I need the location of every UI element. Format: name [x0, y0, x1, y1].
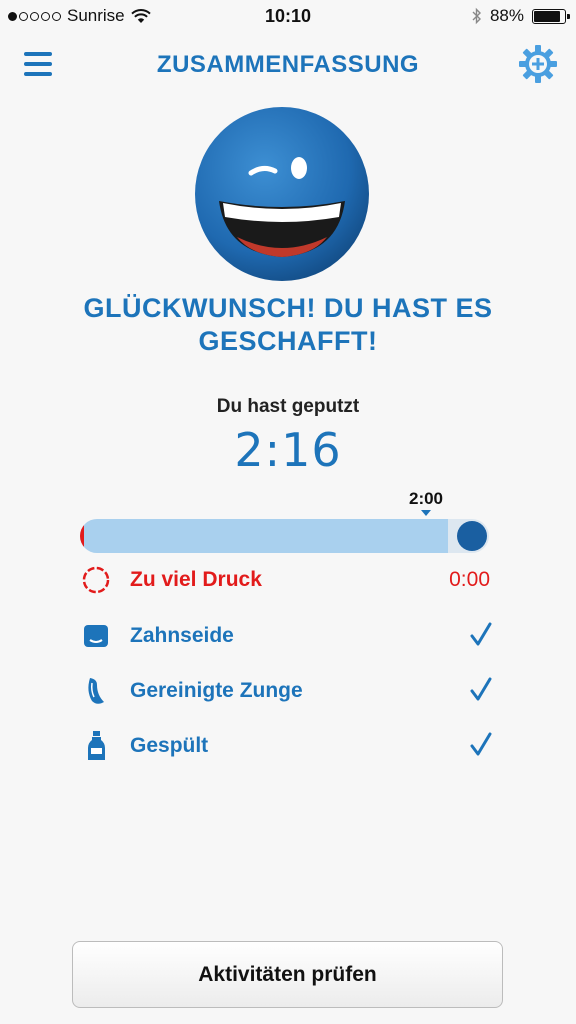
- list-item-rinse: Gespült: [80, 730, 500, 770]
- checkmark-icon: [470, 677, 492, 701]
- list-item-tongue: Gereinigte Zunge: [80, 675, 500, 715]
- target-time-label: 2:00: [408, 489, 444, 508]
- status-right: 88%: [472, 6, 570, 26]
- checkmark-icon: [470, 732, 492, 756]
- review-activities-button[interactable]: Aktivitäten prüfen: [72, 941, 503, 1008]
- tongue-label: Gereinigte Zunge: [130, 679, 303, 702]
- settings-button[interactable]: [518, 44, 558, 84]
- progress-fill: [80, 519, 449, 553]
- tongue-icon: [88, 678, 104, 704]
- bluetooth-icon: [472, 7, 481, 25]
- nav-header: ZUSAMMENFASSUNG: [0, 34, 576, 98]
- target-marker-icon: [421, 510, 431, 516]
- gear-plus-icon: [519, 45, 557, 83]
- pressure-ring-icon: [82, 566, 110, 594]
- brushed-label: Du hast geputzt: [216, 396, 360, 417]
- pressure-indicator: [80, 519, 84, 553]
- list-item-floss: Zahnseide: [80, 620, 500, 660]
- progress-knob: [457, 521, 487, 551]
- checkmark-icon: [470, 622, 492, 646]
- page-title: ZUSAMMENFASSUNG: [156, 51, 420, 78]
- winking-smiley-icon: [195, 107, 369, 281]
- congrats-line-2: GESCHAFFT!: [198, 326, 378, 356]
- congrats-line-1: GLÜCKWUNSCH! DU HAST ES: [83, 293, 493, 323]
- battery-icon: [532, 8, 570, 24]
- brushing-progress-bar: [80, 519, 489, 553]
- mouthwash-bottle-icon: [88, 731, 105, 760]
- battery-percent: 88%: [489, 6, 524, 25]
- pressure-value: 0:00: [449, 568, 490, 591]
- status-bar: Sunrise 10:10 88%: [0, 0, 576, 34]
- rinse-label: Gespült: [130, 734, 209, 757]
- floss-icon: [84, 625, 108, 647]
- list-item-pressure: Zu viel Druck 0:00: [80, 564, 500, 604]
- congratulations-message: GLÜCKWUNSCH! DU HAST ES GESCHAFFT!: [30, 292, 546, 358]
- floss-label: Zahnseide: [130, 624, 234, 647]
- brushed-time: 2:16: [234, 423, 342, 477]
- pressure-label: Zu viel Druck: [130, 568, 262, 591]
